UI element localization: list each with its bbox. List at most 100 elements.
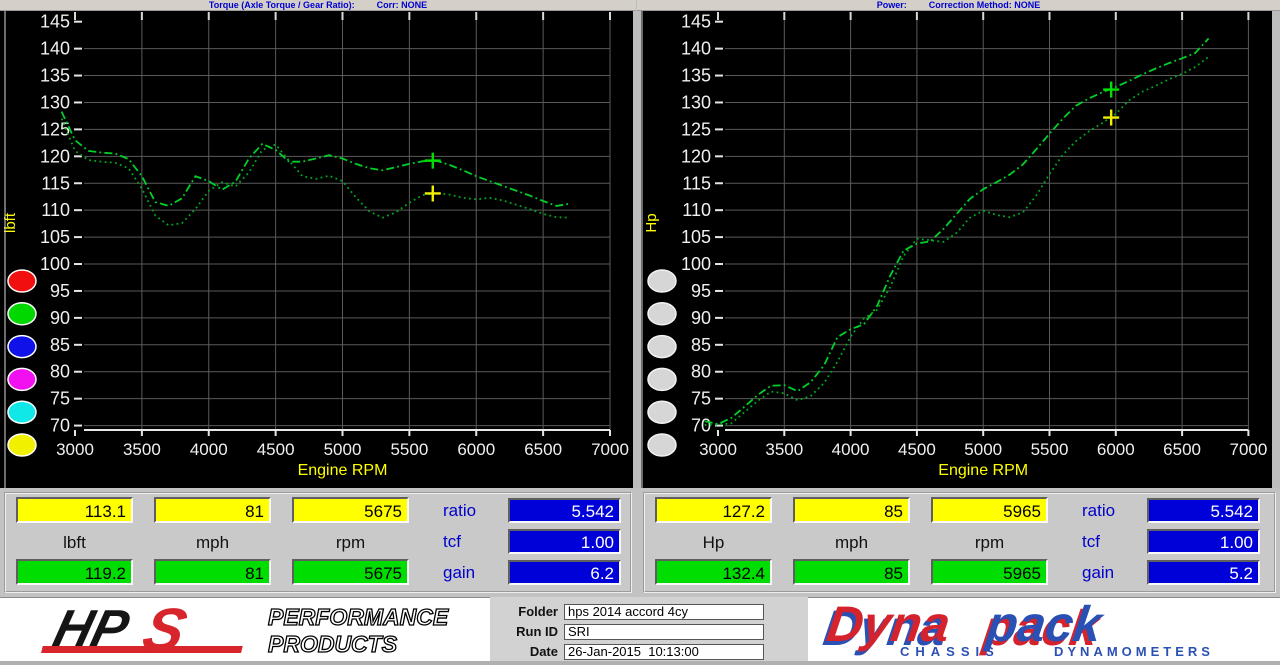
dynapack-dynamometers-text: DYNAMOMETERS: [1054, 644, 1214, 659]
dynapack-logo: Dyna Dyna pack pack CHASSIS DYNAMOMETERS: [812, 599, 1268, 659]
run-select-oval-2[interactable]: [8, 303, 36, 325]
svg-text:3500: 3500: [765, 440, 803, 459]
mph-unit-label: mph: [793, 533, 910, 553]
hps-logo-hp: HP: [48, 601, 135, 657]
svg-text:115: 115: [682, 173, 711, 193]
svg-text:130: 130: [40, 92, 70, 112]
svg-text:4000: 4000: [190, 440, 228, 459]
torque-cursor-value: 113.1: [16, 497, 133, 523]
torque-cursor-rpm: 5675: [292, 497, 409, 523]
svg-text:4500: 4500: [257, 440, 295, 459]
svg-text:6000: 6000: [457, 440, 495, 459]
svg-text:100: 100: [681, 254, 711, 274]
svg-text:70: 70: [691, 416, 711, 436]
svg-text:120: 120: [681, 146, 711, 166]
power-run-rpm: 5965: [931, 559, 1048, 585]
svg-text:140: 140: [40, 39, 70, 59]
run-select-oval-3[interactable]: [648, 336, 676, 358]
ratio-value: 5.542: [508, 498, 621, 523]
svg-text:3000: 3000: [699, 440, 737, 459]
svg-text:125: 125: [681, 119, 711, 139]
svg-text:145: 145: [681, 12, 711, 32]
torque-cursor-mph: 81: [154, 497, 271, 523]
torque-unit-label: lbft: [16, 533, 133, 553]
power-panel-header: Power: Correction Method: NONE: [637, 0, 1280, 11]
folder-input[interactable]: [564, 604, 764, 620]
baseline-run-dotted: [705, 57, 1209, 425]
tcf-label: tcf: [1082, 532, 1100, 552]
svg-text:4000: 4000: [832, 440, 870, 459]
power-run-mph: 85: [793, 559, 910, 585]
hps-logo: HP S PERFORMANCE PRODUCTS: [14, 601, 486, 657]
tcf-value: 1.00: [1147, 529, 1260, 554]
run-select-oval-1[interactable]: [648, 270, 676, 292]
torque-results-group: 113.1 81 5675 lbft mph rpm 119.2 81 5675…: [4, 492, 632, 593]
run-select-oval-4[interactable]: [8, 368, 36, 390]
svg-text:90: 90: [691, 308, 711, 328]
svg-text:5000: 5000: [964, 440, 1002, 459]
power-header-title: Power:: [877, 0, 907, 10]
svg-text:85: 85: [691, 335, 711, 355]
svg-text:90: 90: [50, 308, 70, 328]
svg-text:135: 135: [681, 66, 711, 86]
torque-chart-panel: 7075808590951001051101151201251301351401…: [0, 11, 633, 488]
power-cursor-mph: 85: [793, 497, 910, 523]
date-input[interactable]: [564, 644, 764, 660]
gain-label: gain: [1082, 563, 1114, 583]
run-select-oval-5[interactable]: [648, 401, 676, 423]
sri-run-dashdot: [62, 112, 570, 206]
svg-text:110: 110: [682, 200, 711, 220]
hp-unit-label: Hp: [655, 533, 772, 553]
run-select-oval-6[interactable]: [648, 434, 676, 456]
svg-text:75: 75: [50, 389, 70, 409]
gain-value: 5.2: [1147, 560, 1260, 585]
svg-text:5500: 5500: [390, 440, 428, 459]
gain-value: 6.2: [508, 560, 621, 585]
gain-label: gain: [443, 563, 475, 583]
power-chart: 7075808590951001051101151201251301351401…: [641, 11, 1272, 488]
svg-text:6500: 6500: [1163, 440, 1201, 459]
svg-text:115: 115: [41, 173, 70, 193]
tcf-label: tcf: [443, 532, 461, 552]
folder-label: Folder: [498, 603, 558, 619]
run-select-oval-1[interactable]: [8, 270, 36, 292]
dynapack-chassis-text: CHASSIS: [900, 644, 1000, 659]
ratio-label: ratio: [1082, 501, 1115, 521]
run-select-oval-3[interactable]: [8, 336, 36, 358]
runid-input[interactable]: [564, 624, 764, 640]
svg-text:Engine RPM: Engine RPM: [938, 462, 1028, 479]
svg-text:3500: 3500: [123, 440, 161, 459]
svg-text:Hp: Hp: [643, 213, 660, 232]
torque-header-title: Torque (Axle Torque / Gear Ratio):: [209, 0, 355, 10]
svg-text:140: 140: [681, 39, 711, 59]
svg-text:85: 85: [50, 335, 70, 355]
svg-text:95: 95: [50, 281, 70, 301]
runid-label: Run ID: [498, 623, 558, 639]
power-header-correction: Correction Method: NONE: [929, 0, 1041, 10]
svg-text:95: 95: [691, 281, 711, 301]
power-cursor-value: 127.2: [655, 497, 772, 523]
run-select-oval-5[interactable]: [8, 401, 36, 423]
torque-run-value: 119.2: [16, 559, 133, 585]
svg-text:5500: 5500: [1031, 440, 1069, 459]
run-select-oval-4[interactable]: [648, 368, 676, 390]
run-select-oval-6[interactable]: [8, 434, 36, 456]
svg-text:3000: 3000: [56, 440, 94, 459]
sri-run-dashdot: [705, 38, 1209, 424]
baseline-run-dotted: [62, 119, 570, 226]
svg-text:80: 80: [691, 362, 711, 382]
tcf-value: 1.00: [508, 529, 621, 554]
svg-text:6500: 6500: [524, 440, 562, 459]
date-field-row: Date: [498, 643, 798, 661]
torque-chart: 7075808590951001051101151201251301351401…: [0, 11, 633, 488]
ratio-label: ratio: [443, 501, 476, 521]
power-cursor-rpm: 5965: [931, 497, 1048, 523]
svg-text:135: 135: [40, 66, 70, 86]
svg-text:130: 130: [681, 92, 711, 112]
run-select-oval-2[interactable]: [648, 303, 676, 325]
torque-run-rpm: 5675: [292, 559, 409, 585]
hps-products-text: PRODUCTS: [268, 631, 398, 657]
svg-text:120: 120: [40, 146, 70, 166]
runid-field-row: Run ID: [498, 623, 798, 641]
rpm-unit-label: rpm: [931, 533, 1048, 553]
